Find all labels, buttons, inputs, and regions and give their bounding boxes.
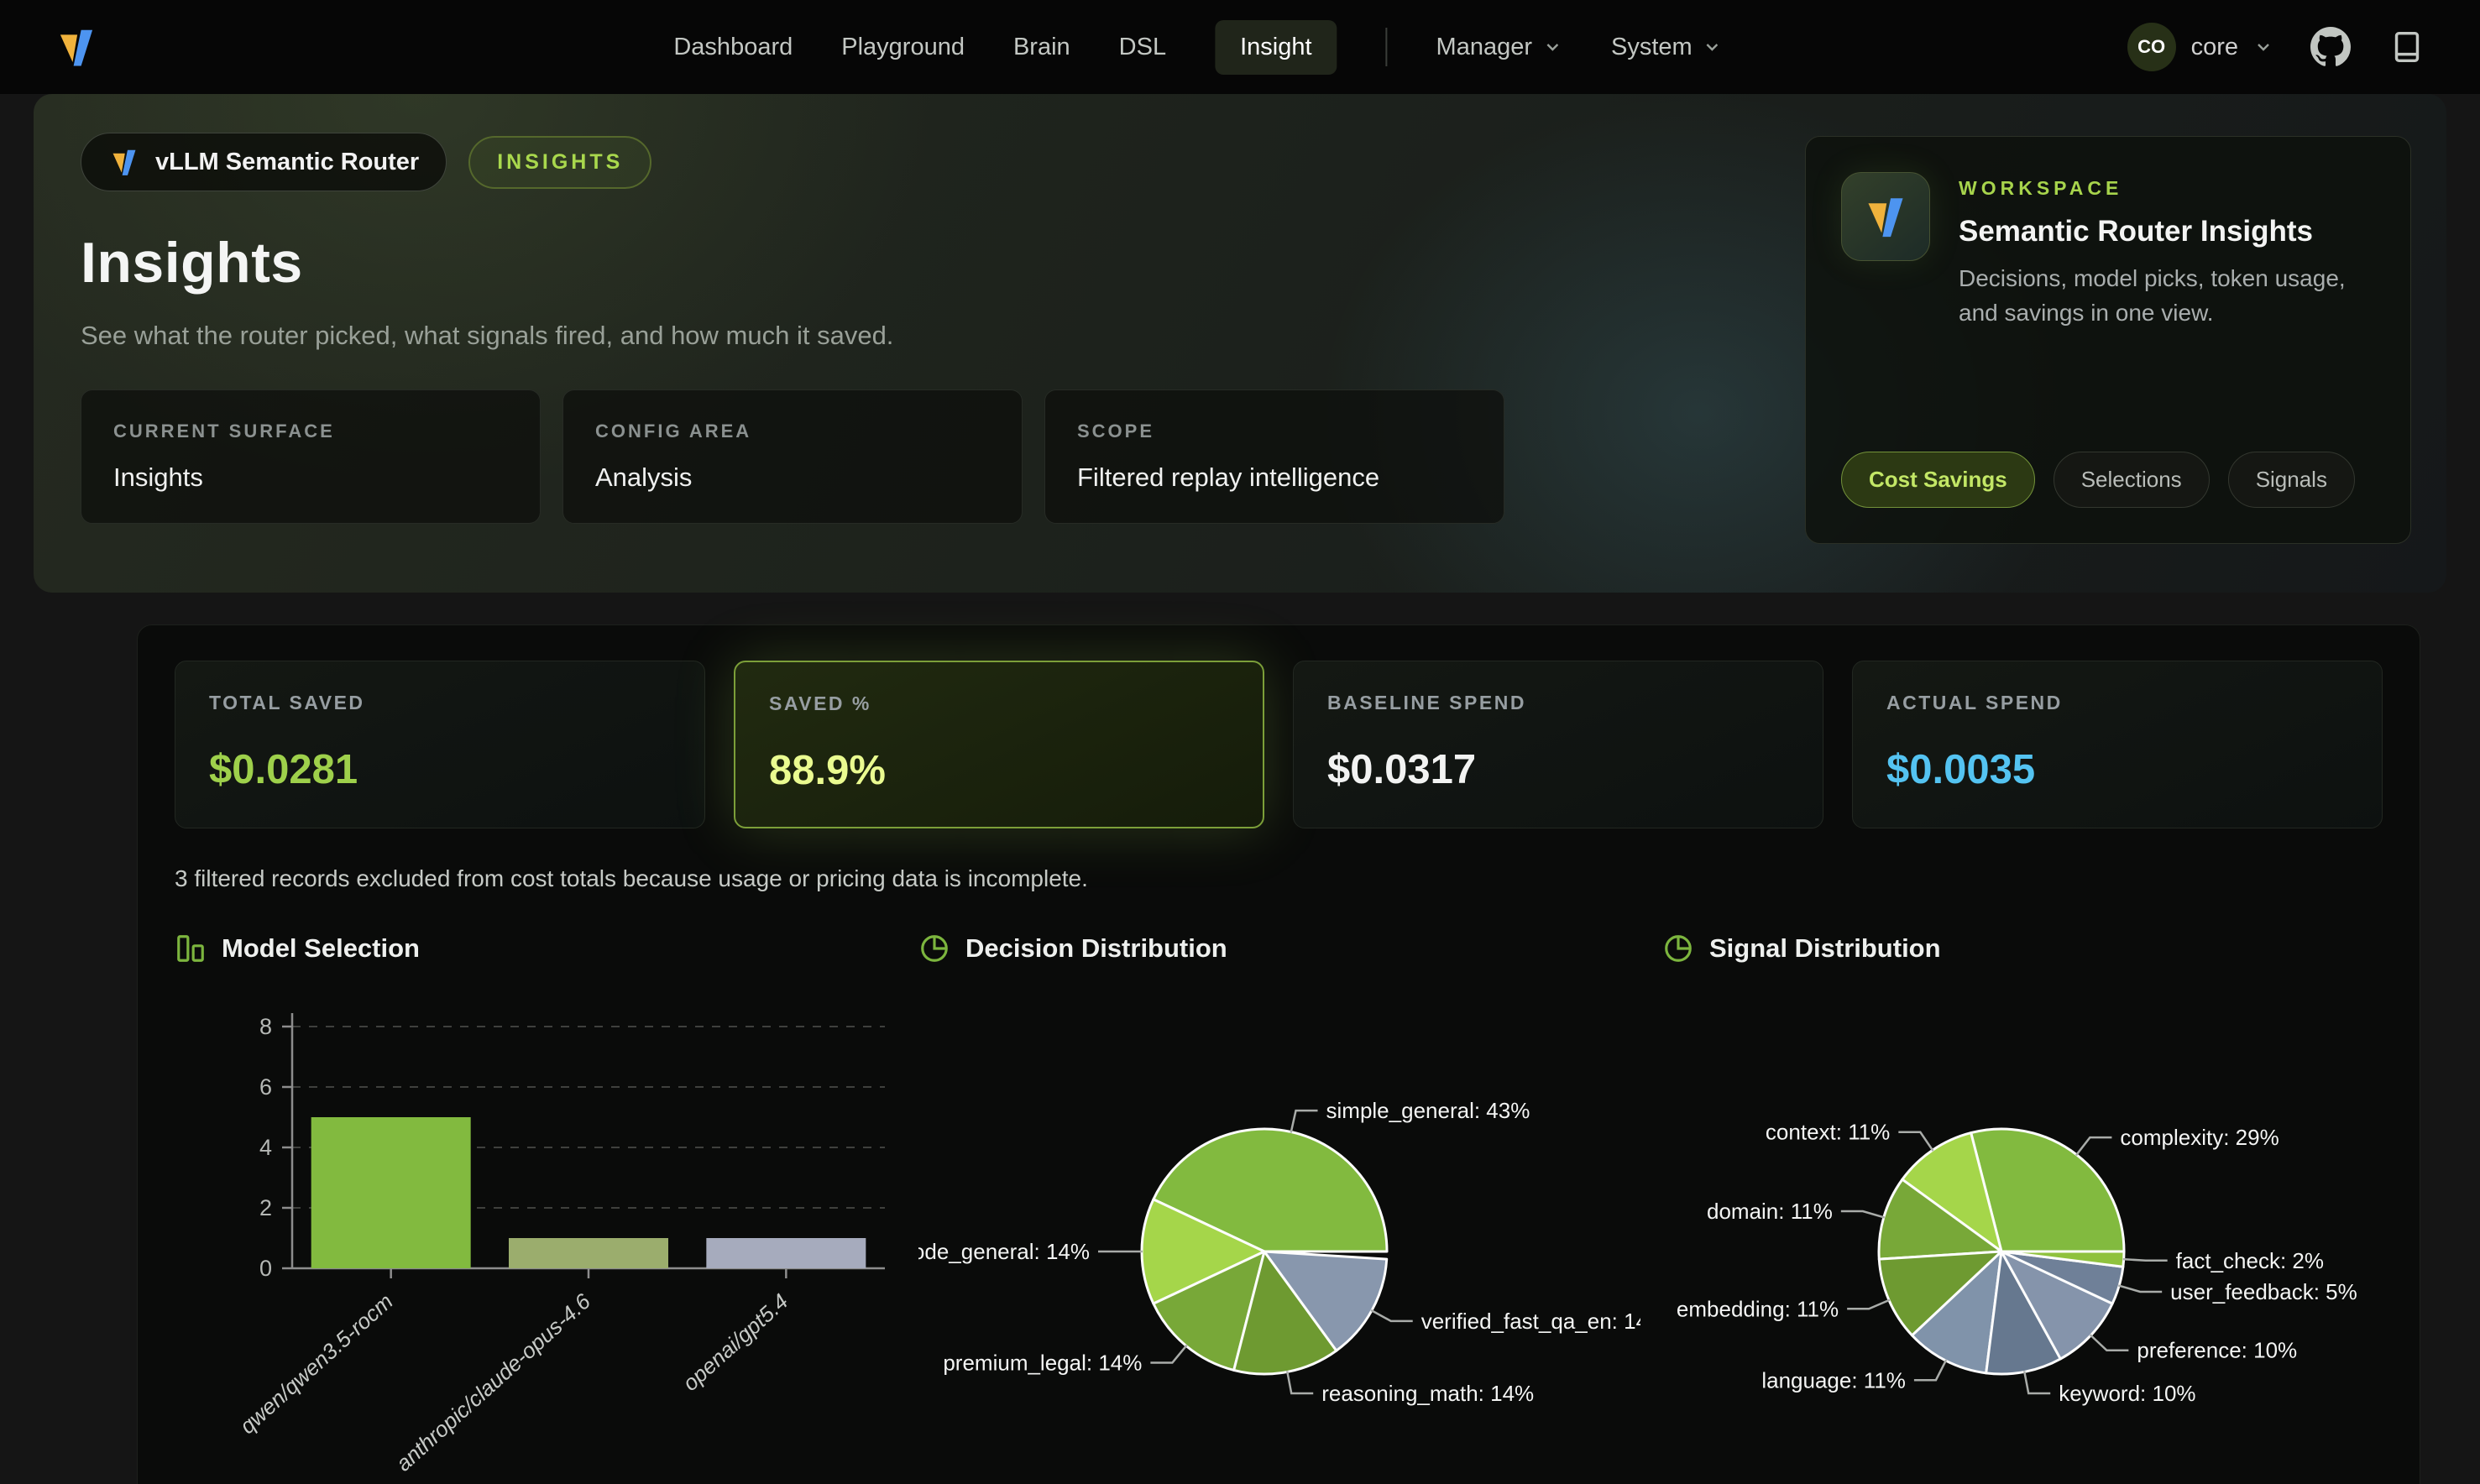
svg-text:user_feedback: 5%: user_feedback: 5% — [2170, 1279, 2357, 1304]
svg-text:8: 8 — [259, 1014, 272, 1039]
svg-text:context: 11%: context: 11% — [1766, 1120, 1890, 1145]
avatar: CO — [2127, 23, 2176, 71]
svg-text:4: 4 — [259, 1135, 272, 1160]
svg-text:anthropic/claude-opus-4.6: anthropic/claude-opus-4.6 — [391, 1288, 596, 1476]
svg-text:fact_check: 2%: fact_check: 2% — [2176, 1248, 2324, 1273]
nav-menu-system-label: System — [1611, 34, 1693, 61]
svg-text:complexity: 29%: complexity: 29% — [2120, 1125, 2279, 1150]
context-card-label: SCOPE — [1077, 421, 1472, 442]
book-icon — [2388, 28, 2426, 66]
svg-text:2: 2 — [259, 1195, 272, 1220]
vllm-logo-icon — [108, 146, 140, 178]
context-card-config-area: CONFIG AREA Analysis — [562, 389, 1023, 524]
svg-text:reasoning_math: 14%: reasoning_math: 14% — [1321, 1381, 1534, 1406]
svg-text:verified_fast_qa_en: 14%: verified_fast_qa_en: 14% — [1421, 1309, 1640, 1334]
stat-cards: TOTAL SAVED $0.0281 SAVED % 88.9% BASELI… — [175, 661, 2383, 828]
tag-selections[interactable]: Selections — [2054, 452, 2210, 508]
vllm-logo-icon — [1861, 192, 1910, 241]
svg-text:6: 6 — [259, 1074, 272, 1100]
svg-text:simple_general: 43%: simple_general: 43% — [1326, 1098, 1530, 1123]
hero-panel: vLLM Semantic Router INSIGHTS Insights S… — [34, 94, 2446, 593]
stat-card-saved-percent: SAVED % 88.9% — [734, 661, 1264, 828]
stat-label: TOTAL SAVED — [209, 692, 671, 714]
stat-card-actual-spend: ACTUAL SPEND $0.0035 — [1852, 661, 2383, 828]
stat-value: $0.0317 — [1327, 746, 1789, 793]
nav-item-playground[interactable]: Playground — [841, 34, 965, 61]
context-card-label: CONFIG AREA — [595, 421, 990, 442]
nav-right: CO core — [2127, 23, 2426, 71]
decision-distribution-plot[interactable]: simple_general: 43% _code_general: 14% pre… — [918, 975, 1640, 1484]
account-menu[interactable]: CO core — [2127, 23, 2273, 71]
context-card-current-surface: CURRENT SURFACE Insights — [81, 389, 541, 524]
app-badge[interactable]: vLLM Semantic Router — [81, 133, 447, 191]
stat-value: $0.0035 — [1886, 746, 2348, 793]
insights-panel: TOTAL SAVED $0.0281 SAVED % 88.9% BASELI… — [137, 624, 2420, 1484]
context-card-scope: SCOPE Filtered replay intelligence — [1044, 389, 1504, 524]
tag-signals[interactable]: Signals — [2228, 452, 2355, 508]
filtered-records-note: 3 filtered records excluded from cost to… — [175, 865, 2383, 892]
chart-title: Signal Distribution — [1709, 933, 1941, 964]
nav-menu-manager-label: Manager — [1436, 34, 1532, 61]
account-name: core — [2191, 34, 2238, 61]
svg-text:language: 11%: language: 11% — [1761, 1367, 1906, 1393]
decision-distribution-chart: Decision Distribution simple_general: 43… — [918, 933, 1640, 1484]
svg-text:qwen/qwen3.5-rocm: qwen/qwen3.5-rocm — [235, 1288, 398, 1439]
charts-row: Model Selection 0 2 4 6 8 qwen/qwen3.5-rocman… — [175, 933, 2383, 1484]
svg-text:embedding: 11%: embedding: 11% — [1677, 1296, 1839, 1321]
stat-label: BASELINE SPEND — [1327, 692, 1789, 714]
chevron-down-icon — [1703, 37, 1723, 57]
workspace-app-tile — [1841, 172, 1930, 261]
pie-chart-icon — [918, 933, 950, 964]
nav-item-insight[interactable]: Insight — [1215, 20, 1337, 75]
vllm-logo-icon[interactable] — [54, 24, 99, 70]
stat-value: $0.0281 — [209, 746, 671, 793]
github-icon — [2310, 27, 2351, 67]
nav-menu-manager[interactable]: Manager — [1436, 34, 1562, 61]
context-card-value: Insights — [113, 462, 508, 493]
svg-text:0: 0 — [259, 1256, 272, 1281]
docs-button[interactable] — [2388, 28, 2426, 66]
nav-item-dsl[interactable]: DSL — [1119, 34, 1166, 61]
workspace-card: WORKSPACE Semantic Router Insights Decis… — [1805, 136, 2411, 544]
model-selection-chart: Model Selection 0 2 4 6 8 qwen/qwen3.5-rocman… — [175, 933, 897, 1484]
svg-text:_code_general: 14%: _code_general: 14% — [918, 1239, 1090, 1264]
top-nav: Dashboard Playground Brain DSL Insight M… — [0, 0, 2480, 94]
tag-cost-savings[interactable]: Cost Savings — [1841, 452, 2035, 508]
chevron-down-icon — [1542, 37, 1562, 57]
nav-item-dashboard[interactable]: Dashboard — [673, 34, 793, 61]
nav-menu-system[interactable]: System — [1611, 34, 1723, 61]
svg-text:preference: 10%: preference: 10% — [2137, 1338, 2297, 1363]
nav-divider — [1386, 28, 1388, 66]
stat-label: SAVED % — [769, 692, 1229, 715]
nav-item-brain[interactable]: Brain — [1013, 34, 1070, 61]
pie-chart-icon — [1662, 933, 1694, 964]
stat-value: 88.9% — [769, 747, 1229, 794]
signal-distribution-plot[interactable]: complexity: 29% context: 11% domain: 11% em… — [1662, 975, 2384, 1484]
workspace-tags: Cost Savings Selections Signals — [1841, 452, 2355, 508]
chevron-down-icon — [2253, 37, 2273, 57]
stat-card-total-saved: TOTAL SAVED $0.0281 — [175, 661, 705, 828]
context-card-value: Filtered replay intelligence — [1077, 462, 1472, 493]
chart-title: Model Selection — [222, 933, 420, 964]
svg-text:domain: 11%: domain: 11% — [1707, 1199, 1833, 1224]
signal-distribution-chart: Signal Distribution complexity: 29% conte… — [1662, 933, 2384, 1484]
nav-items: Dashboard Playground Brain DSL Insight M… — [673, 20, 1722, 75]
workspace-description: Decisions, model picks, token usage, and… — [1959, 262, 2353, 330]
svg-text:premium_legal: 14%: premium_legal: 14% — [943, 1351, 1142, 1376]
bar-chart-icon — [175, 933, 207, 964]
svg-text:openai/gpt5.4: openai/gpt5.4 — [678, 1288, 793, 1396]
context-card-label: CURRENT SURFACE — [113, 421, 508, 442]
workspace-title: Semantic Router Insights — [1959, 215, 2353, 248]
stat-label: ACTUAL SPEND — [1886, 692, 2348, 714]
stat-card-baseline-spend: BASELINE SPEND $0.0317 — [1293, 661, 1823, 828]
github-button[interactable] — [2310, 27, 2351, 67]
app-badge-label: vLLM Semantic Router — [155, 149, 419, 176]
chart-title: Decision Distribution — [965, 933, 1227, 964]
svg-text:keyword: 10%: keyword: 10% — [2059, 1381, 2195, 1406]
section-badge: INSIGHTS — [468, 136, 651, 189]
workspace-eyebrow: WORKSPACE — [1959, 177, 2353, 200]
context-card-value: Analysis — [595, 462, 990, 493]
model-selection-plot[interactable]: 0 2 4 6 8 qwen/qwen3.5-rocmanthropic/claude-o… — [175, 975, 897, 1484]
